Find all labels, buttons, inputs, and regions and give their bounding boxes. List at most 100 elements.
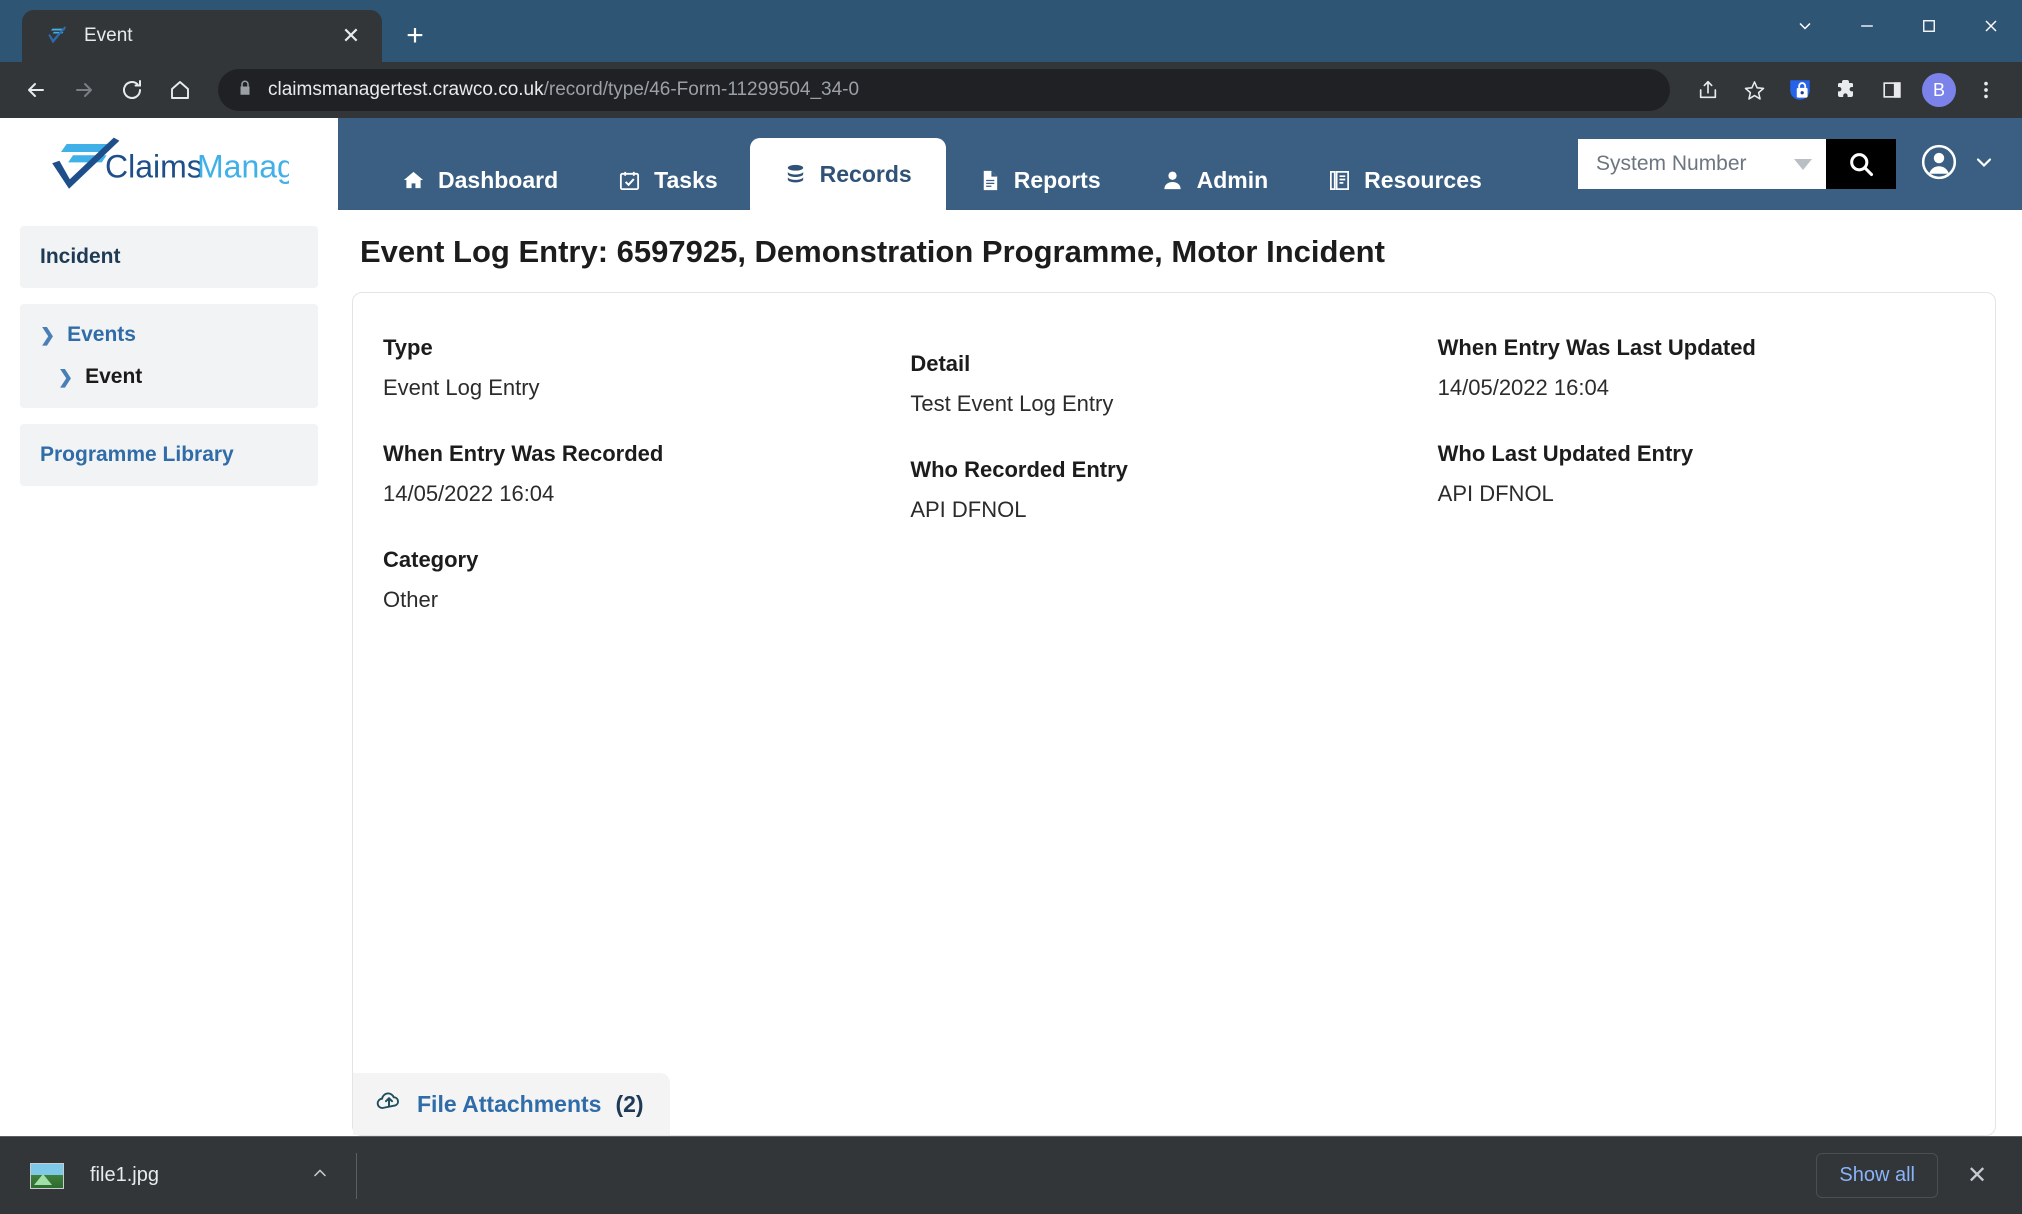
window-close-icon[interactable] <box>1960 0 2022 52</box>
field-value: Event Log Entry <box>383 375 540 400</box>
tab-search-chevron-icon[interactable] <box>1774 0 1836 52</box>
password-shield-extension-icon[interactable] <box>1778 68 1822 112</box>
toolbar-right-icons: B <box>1686 68 2008 112</box>
chevron-right-icon: ❯ <box>58 366 74 387</box>
svg-text:Claims: Claims <box>105 149 203 185</box>
search-category-dropdown[interactable]: System Number <box>1578 139 1826 189</box>
page-title: Event Log Entry: 6597925, Demonstration … <box>360 234 1385 269</box>
file-attachments-tab[interactable]: File Attachments (2) <box>353 1073 670 1135</box>
app-logo[interactable]: Claims Manager <box>0 118 338 210</box>
record-detail-card: Type Event Log Entry When Entry Was Reco… <box>352 292 1996 1136</box>
nav-tab-label: Records <box>819 160 912 187</box>
profile-avatar[interactable]: B <box>1922 73 1956 107</box>
file-attachments-count: (2) <box>615 1090 644 1117</box>
sidebar-group-incident: Incident <box>20 226 318 288</box>
field-label: Detail <box>910 351 971 376</box>
field-label: Who Recorded Entry <box>910 457 1128 482</box>
field-value: 14/05/2022 16:04 <box>1437 375 1609 400</box>
page-viewport: Claims Manager Dashboard Tasks <box>0 118 2022 1214</box>
download-item[interactable]: file1.jpg <box>0 1137 356 1214</box>
back-arrow-icon[interactable] <box>14 68 58 112</box>
claimsmanager-favicon-icon <box>44 23 70 49</box>
downloads-close-icon[interactable]: ✕ <box>1954 1153 2000 1199</box>
reload-icon[interactable] <box>110 68 154 112</box>
field-label: Category <box>383 547 479 572</box>
nav-tab-label: Tasks <box>654 166 718 193</box>
three-dot-menu-icon[interactable] <box>1964 68 2008 112</box>
home-icon[interactable] <box>158 68 202 112</box>
user-circle-icon[interactable] <box>1920 143 1958 186</box>
field-column-3: When Entry Was Last Updated 14/05/2022 1… <box>1438 335 1965 653</box>
user-menu[interactable] <box>1920 143 1996 186</box>
document-icon <box>978 169 1001 192</box>
file-attachments-label: File Attachments <box>417 1090 602 1117</box>
field-grid: Type Event Log Entry When Entry Was Reco… <box>383 335 1965 1073</box>
chevron-up-icon[interactable] <box>310 1163 330 1188</box>
book-library-icon <box>1328 169 1351 192</box>
page-content: Incident ❯ Events ❯ Event Programme Libr… <box>0 210 2022 1136</box>
app-nav-tabs: Dashboard Tasks Records Reports Admin Re… <box>338 118 1578 210</box>
sidebar-item-label: Events <box>67 323 136 346</box>
sidebar-item-label: Programme Library <box>40 443 234 466</box>
sidebar-group-events: ❯ Events ❯ Event <box>20 304 318 408</box>
window-controls <box>1774 0 2022 52</box>
nav-tab-label: Resources <box>1364 166 1482 193</box>
cloud-upload-icon <box>375 1087 403 1121</box>
sidebar-item-incident[interactable]: Incident <box>20 236 318 278</box>
field-type: Type Event Log Entry <box>383 335 886 401</box>
field-column-1: Type Event Log Entry When Entry Was Reco… <box>383 335 910 653</box>
chevron-right-icon: ❯ <box>40 324 56 345</box>
browser-toolbar: claimsmanagertest.crawco.co.uk/record/ty… <box>0 62 2022 118</box>
bookmark-star-icon[interactable] <box>1732 68 1776 112</box>
nav-tab-records[interactable]: Records <box>749 138 946 210</box>
home-icon <box>402 169 425 192</box>
nav-tab-admin[interactable]: Admin <box>1133 150 1297 210</box>
card-bottom-tabs: File Attachments (2) <box>353 1073 1995 1135</box>
tab-close-icon[interactable]: ✕ <box>336 21 366 51</box>
field-column-2: Detail Test Event Log Entry Who Recorded… <box>910 335 1437 653</box>
url-path: /record/type/46-Form-11299504_34-0 <box>543 79 860 100</box>
sidebar-item-label: Incident <box>40 245 121 268</box>
search-category-value: System Number <box>1596 152 1747 175</box>
downloads-bar: file1.jpg Show all ✕ <box>0 1136 2022 1214</box>
field-value: 14/05/2022 16:04 <box>383 481 555 506</box>
nav-tab-resources[interactable]: Resources <box>1300 150 1510 210</box>
address-bar[interactable]: claimsmanagertest.crawco.co.uk/record/ty… <box>218 69 1670 111</box>
field-label: When Entry Was Recorded <box>383 441 664 466</box>
chevron-down-icon[interactable] <box>1972 150 1996 179</box>
nav-tab-tasks[interactable]: Tasks <box>590 150 746 210</box>
browser-tab[interactable]: Event ✕ <box>22 10 382 62</box>
side-panel-icon[interactable] <box>1870 68 1914 112</box>
calendar-check-icon <box>618 169 641 192</box>
field-value: API DFNOL <box>910 497 1027 522</box>
new-tab-button[interactable]: + <box>392 13 438 59</box>
caret-down-icon <box>1794 158 1812 170</box>
field-value: API DFNOL <box>1437 481 1554 506</box>
nav-tab-label: Dashboard <box>438 166 559 193</box>
url-host: claimsmanagertest.crawco.co.uk <box>268 79 544 100</box>
search-button[interactable] <box>1826 139 1896 189</box>
field-who-last-updated-entry: Who Last Updated Entry API DFNOL <box>1438 441 1941 507</box>
maximize-icon[interactable] <box>1898 0 1960 52</box>
nav-tab-label: Reports <box>1013 166 1101 193</box>
browser-window: Event ✕ + claimsmanagertest.crawco.co.uk… <box>0 0 2022 1214</box>
sidebar-group-programme-library: Programme Library <box>20 424 318 486</box>
extensions-puzzle-icon[interactable] <box>1824 68 1868 112</box>
share-icon[interactable] <box>1686 68 1730 112</box>
forward-arrow-icon[interactable] <box>62 68 106 112</box>
nav-tab-dashboard[interactable]: Dashboard <box>374 150 586 210</box>
nav-tab-reports[interactable]: Reports <box>950 150 1129 210</box>
sidebar-item-programme-library[interactable]: Programme Library <box>20 434 318 476</box>
field-value: Other <box>383 587 439 612</box>
download-file-name: file1.jpg <box>90 1164 159 1186</box>
sidebar-item-event[interactable]: ❯ Event <box>20 356 318 398</box>
minimize-icon[interactable] <box>1836 0 1898 52</box>
show-all-downloads-button[interactable]: Show all <box>1816 1153 1938 1198</box>
sidebar-item-events[interactable]: ❯ Events <box>20 314 318 356</box>
browser-tab-strip: Event ✕ + <box>0 0 2022 62</box>
field-category: Category Other <box>383 547 886 613</box>
database-stack-icon <box>784 163 807 186</box>
field-who-recorded-entry: Who Recorded Entry API DFNOL <box>910 457 1413 523</box>
field-label: When Entry Was Last Updated <box>1437 335 1756 360</box>
main-panel: Event Log Entry: 6597925, Demonstration … <box>338 210 2022 1136</box>
